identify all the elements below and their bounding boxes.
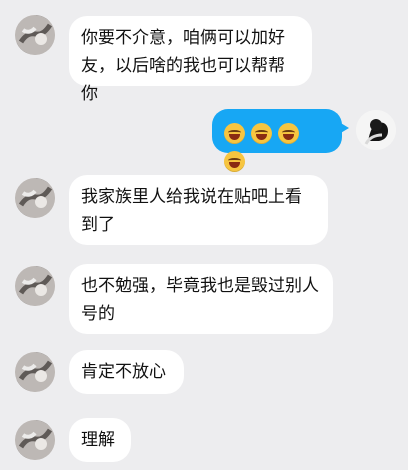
message-4: 也不勉强，毕竟我也是毁过别人号的 [0,254,408,342]
message-bubble[interactable]: 理解 [69,418,131,462]
contact-avatar-icon[interactable] [15,266,55,306]
message-2 [0,100,408,172]
tears-of-joy-emoji-icon [251,122,272,144]
message-text: 理解 [81,430,115,450]
message-6: 理解 [0,410,408,470]
self-avatar-icon[interactable] [356,110,396,150]
contact-avatar-icon[interactable] [15,15,55,55]
bubble-tail [339,122,349,134]
message-bubble[interactable]: 也不勉强，毕竟我也是毁过别人号的 [69,264,333,334]
contact-avatar-icon[interactable] [15,420,55,460]
message-bubble[interactable]: 我家族里人给我说在贴吧上看到了 [69,175,328,245]
message-text: 我家族里人给我说在贴吧上看到了 [81,187,302,235]
message-text: 肯定不放心 [81,362,166,382]
contact-avatar-icon[interactable] [15,352,55,392]
message-bubble-outgoing[interactable] [212,109,342,172]
message-bubble[interactable]: 肯定不放心 [69,350,184,394]
message-3: 我家族里人给我说在贴吧上看到了 [0,166,408,254]
message-text: 你要不介意，咱俩可以加好友，以后啥的我也可以帮帮你 [81,28,285,104]
tears-of-joy-emoji-icon [278,122,299,144]
tears-of-joy-emoji-icon [224,122,245,144]
message-1: 你要不介意，咱俩可以加好友，以后啥的我也可以帮帮你 [0,0,408,104]
message-text: 也不勉强，毕竟我也是毁过别人号的 [81,276,319,324]
message-5: 肯定不放心 [0,342,408,410]
message-bubble[interactable]: 你要不介意，咱俩可以加好友，以后啥的我也可以帮帮你 [69,16,312,104]
contact-avatar-icon[interactable] [15,178,55,218]
